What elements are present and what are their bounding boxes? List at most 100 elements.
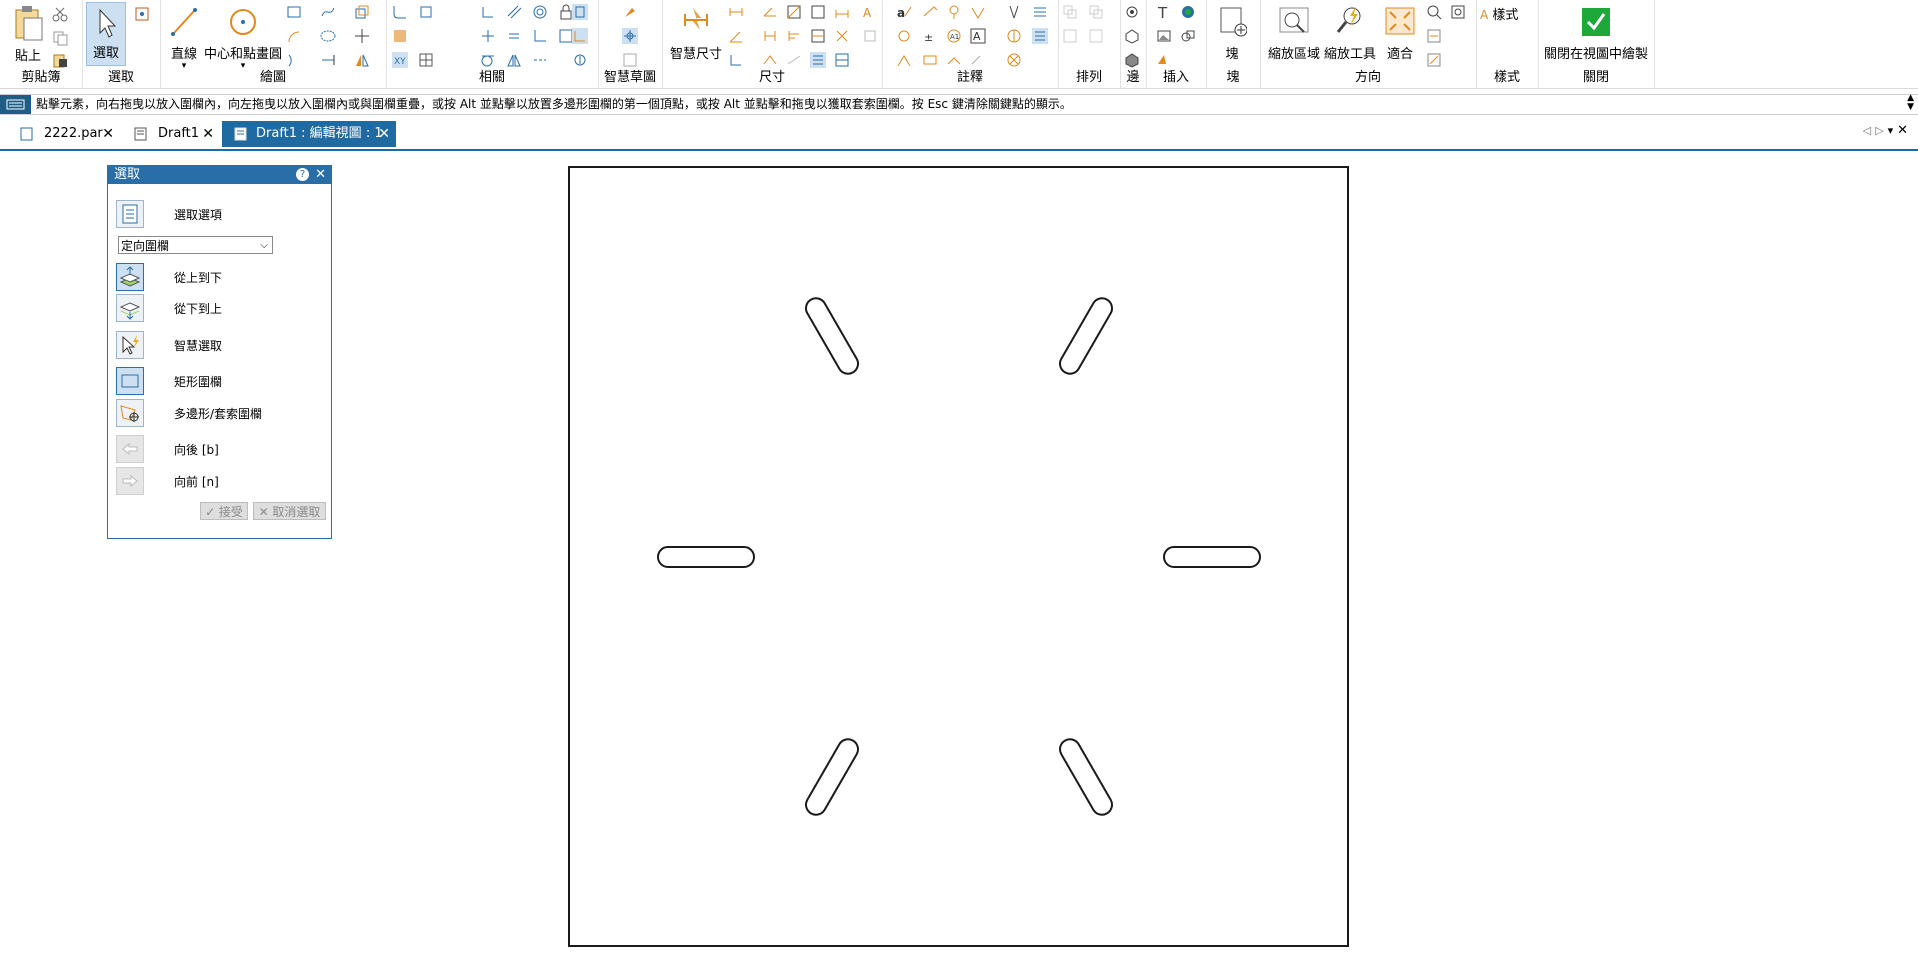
hide-edge-icon[interactable] [1124,28,1140,44]
edge-condition-icon[interactable]: ± [922,28,938,44]
group-icon[interactable] [1062,28,1078,44]
polygon-fence-row[interactable]: 多邊形/套索圍欄 [116,399,326,427]
bring-front-icon[interactable] [1062,4,1078,20]
show-edge-icon[interactable] [1124,4,1140,20]
curve-icon[interactable] [320,4,336,20]
copy-icon[interactable] [52,30,68,46]
tab-2222-par[interactable]: 2222.par ✕ [10,121,120,147]
select-tool-button[interactable]: 選取 [86,2,126,66]
forward-row[interactable]: 向前 [n] [116,467,326,495]
insert-object-icon[interactable] [1180,28,1196,44]
arc-icon[interactable] [286,28,302,44]
centerline-icon[interactable] [1006,4,1022,20]
slot-left[interactable] [657,546,755,568]
surface-texture-icon[interactable] [970,4,986,20]
region-icon[interactable] [418,4,434,20]
snap-point-icon[interactable] [622,28,638,44]
tab-close-icon[interactable]: ✕ [378,121,390,147]
tab-close-icon[interactable]: ✕ [202,121,214,147]
slot-top-right[interactable] [1056,295,1115,378]
datum-frame-icon[interactable]: A1 [946,28,962,44]
insert-text-icon[interactable]: T [1156,4,1172,20]
move-icon[interactable] [354,28,370,44]
drawing-sheet[interactable] [568,166,1349,947]
tab-next-icon[interactable]: ▷ [1875,124,1887,137]
perpendicular-icon[interactable] [532,28,548,44]
cut-icon[interactable] [52,6,68,22]
panel-close-icon[interactable]: ✕ [315,166,326,184]
ordinate-dim-icon[interactable] [810,28,826,44]
tab-list-icon[interactable]: ▾ [1888,124,1898,137]
zoom-tool-button[interactable]: 縮放工具 [1322,4,1378,62]
fence-mode-select[interactable]: 定向圍欄 ⌵ [118,236,273,254]
dim-axis-icon[interactable] [834,28,850,44]
parallel-icon[interactable] [506,4,522,20]
equal-icon[interactable] [506,28,522,44]
select-options-row[interactable]: 選取選項 [116,200,326,228]
tab-close-icon[interactable]: ✕ [102,121,114,147]
top-down-row[interactable]: 從上到下 [116,263,326,291]
back-row[interactable]: 向後 [b] [116,435,326,463]
accept-button[interactable]: ✓ 接受 [200,502,248,520]
offset-icon[interactable] [354,4,370,20]
fence-select-icon[interactable] [134,6,150,22]
callout-icon[interactable]: a [896,4,912,20]
balloon-icon[interactable] [946,4,962,20]
rectangle-icon[interactable] [286,4,302,20]
slot-bottom-right[interactable] [1056,736,1115,819]
close-draw-in-view-button[interactable]: 關閉在視圖中繪製 [1542,4,1650,62]
ungroup-icon[interactable] [1088,28,1104,44]
paste-button[interactable]: 貼上 [8,4,48,64]
distance-icon[interactable] [728,4,744,20]
insert-hyperlink-icon[interactable] [1180,4,1196,20]
prompt-scroll-icon[interactable]: ▲ ▼ [1907,94,1914,112]
angle-between-icon[interactable] [762,4,778,20]
brush-icon[interactable] [622,4,638,20]
text-box-icon[interactable]: A [970,28,986,44]
fit-button[interactable]: 適合 [1380,4,1420,62]
concentric-icon[interactable] [532,4,548,20]
tab-draft1-edit-view[interactable]: Draft1 : 編輯視圖 : 1 ✕ [222,121,396,147]
insert-image-icon[interactable] [1156,28,1172,44]
chamfer-dim-icon[interactable] [786,4,802,20]
smart-dimension-button[interactable]: 智慧尺寸 [668,4,724,62]
relate-handle-icon[interactable] [572,4,588,20]
annotation-list-icon[interactable] [1032,28,1048,44]
rect-fence-row[interactable]: 矩形圍欄 [116,367,326,395]
slot-top-left[interactable] [802,295,861,378]
horizontal-icon[interactable] [480,4,496,20]
line-button[interactable]: 直線 ▾ [164,4,204,71]
deselect-button[interactable]: ✕ 取消選取 [253,502,326,520]
dim-copy-icon[interactable] [862,28,878,44]
stack-dim-icon[interactable] [762,28,778,44]
center-point-circle-button[interactable]: 中心和點畫圓 ▾ [202,4,284,71]
connect-icon[interactable] [480,28,496,44]
angle-icon[interactable] [728,28,744,44]
tab-prev-icon[interactable]: ◁ [1863,124,1875,137]
pan-icon[interactable] [1450,4,1466,20]
bottom-up-row[interactable]: 從下到上 [116,294,326,322]
tab-draft1[interactable]: Draft1 ✕ [124,121,220,147]
text-height-icon[interactable]: A [862,4,878,20]
fit-width-icon[interactable] [1426,28,1442,44]
fillet-icon[interactable] [392,4,408,20]
symmetric-diameter-icon[interactable] [810,4,826,20]
baseline-dim-icon[interactable] [786,28,802,44]
fill-icon[interactable] [392,28,408,44]
zoom-icon[interactable] [1426,4,1442,20]
zoom-area-button[interactable]: 縮放區域 [1266,4,1322,62]
block-button[interactable]: 塊 [1212,4,1252,62]
annotation-options-icon[interactable] [1032,4,1048,20]
close-all-icon[interactable]: ✕ [1897,123,1912,138]
style-button[interactable]: A 樣式 [1480,4,1530,23]
ellipse-icon[interactable] [320,28,336,44]
chain-dim-icon[interactable] [834,4,850,20]
slot-bottom-left[interactable] [802,736,861,819]
slot-right[interactable] [1163,546,1261,568]
weld-icon[interactable] [896,28,912,44]
leader-icon[interactable] [922,4,938,20]
smart-select-row[interactable]: 智慧選取 [116,331,326,359]
relate-maintain-icon[interactable] [572,28,588,44]
bolt-hole-icon[interactable] [1006,28,1022,44]
help-icon[interactable]: ? [296,168,309,181]
